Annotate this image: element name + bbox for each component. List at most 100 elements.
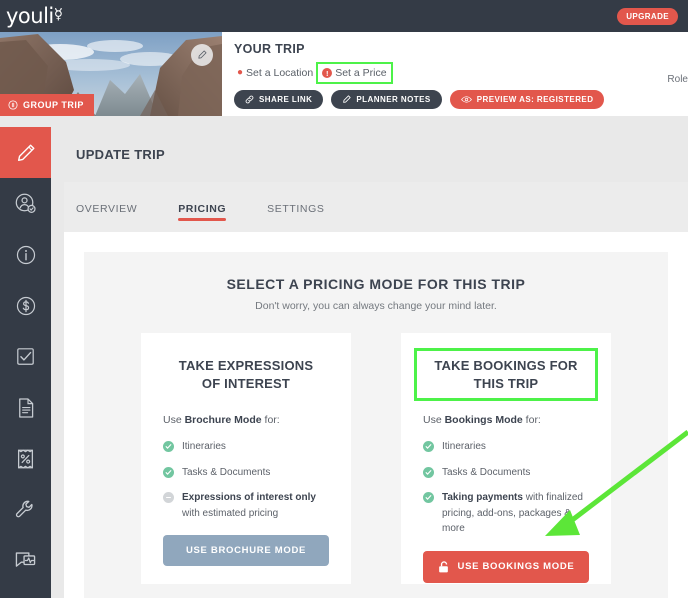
feature-text: Tasks & Documents <box>182 466 271 478</box>
trip-title: YOUR TRIP <box>234 42 305 56</box>
tab-settings[interactable]: SETTINGS <box>267 203 324 221</box>
bookings-card-lead: Use Bookings Mode for: <box>423 414 589 426</box>
logo-text: youli <box>6 4 54 28</box>
bookings-card-title-line2: THIS TRIP <box>473 375 539 391</box>
top-navigation-bar: youli☿ UPGRADE <box>0 0 688 32</box>
user-check-circle-icon <box>15 193 36 213</box>
feature-item: Tasks & Documents <box>423 465 589 481</box>
main-content: UPDATE TRIP OVERVIEW PRICING SETTINGS SE… <box>51 127 688 598</box>
sidebar-item-discounts[interactable] <box>0 433 51 484</box>
pencil-icon <box>198 50 207 59</box>
dollar-circle-icon <box>16 296 35 315</box>
feature-text: Expressions of interest only with estima… <box>182 490 329 521</box>
role-label: Role <box>667 74 688 85</box>
tab-pricing[interactable]: PRICING <box>178 203 227 221</box>
feature-item: Itineraries <box>423 439 589 455</box>
feature-strong: Taking payments <box>442 492 523 504</box>
preview-as-label: PREVIEW AS: REGISTERED <box>476 95 594 104</box>
sidebar-item-documents[interactable] <box>0 382 51 433</box>
sidebar-item-travellers[interactable] <box>0 178 51 229</box>
header-body-divider <box>0 116 688 127</box>
trip-meta-row: ● Set a Location ! Set a Price <box>234 62 604 84</box>
ticket-percent-icon <box>17 449 34 468</box>
brochure-lead-strong: Brochure Mode <box>184 414 262 427</box>
bookings-button-wrap: USE BOOKINGS MODE <box>423 550 589 583</box>
bookings-lead-prefix: Use <box>423 414 445 427</box>
bookings-card-title: TAKE BOOKINGS FOR THIS TRIP <box>414 347 598 402</box>
open-padlock-icon <box>438 560 448 572</box>
checkbox-icon <box>17 348 34 365</box>
page-title: UPDATE TRIP <box>76 147 166 162</box>
edit-cover-photo-button[interactable] <box>191 44 213 66</box>
brochure-mode-card: TAKE EXPRESSIONS OF INTEREST Use Brochur… <box>141 333 351 584</box>
page-title-bar: UPDATE TRIP <box>64 127 688 182</box>
hot-air-balloon-icon: ☿ <box>53 5 63 23</box>
feature-text: Itineraries <box>442 441 486 453</box>
info-circle-icon <box>16 245 35 264</box>
sidebar-item-pricing[interactable] <box>0 280 51 331</box>
document-icon <box>18 397 33 418</box>
check-circle-icon <box>163 441 174 453</box>
set-a-location-link[interactable]: ● Set a Location <box>234 65 316 81</box>
brochure-card-lead: Use Brochure Mode for: <box>163 414 329 426</box>
eye-icon <box>460 96 472 103</box>
feature-text: Tasks & Documents <box>442 466 531 478</box>
share-link-button[interactable]: SHARE LINK <box>234 90 324 109</box>
use-bookings-mode-button[interactable]: USE BOOKINGS MODE <box>423 550 589 583</box>
check-circle-icon <box>423 492 434 504</box>
trip-header: GROUP TRIP YOUR TRIP ● Set a Location ! … <box>0 32 688 116</box>
panel-subtitle: Don't worry, you can always change your … <box>255 300 497 312</box>
pencil-icon <box>343 95 351 103</box>
left-sidebar <box>0 127 51 598</box>
planner-notes-button[interactable]: PLANNER NOTES <box>331 90 442 109</box>
bookings-lead-suffix: for: <box>522 414 541 427</box>
pricing-mode-panel: SELECT A PRICING MODE FOR THIS TRIP Don'… <box>84 252 668 598</box>
sidebar-item-messages[interactable] <box>0 535 51 586</box>
info-circle-icon <box>8 100 18 110</box>
check-circle-icon <box>423 466 434 478</box>
trip-cover-photo[interactable]: GROUP TRIP <box>0 32 222 116</box>
feature-text: Itineraries <box>182 441 226 453</box>
trip-info-block: YOUR TRIP ● Set a Location ! Set a Price <box>234 42 605 109</box>
feature-strong: Expressions of interest only <box>182 492 316 504</box>
wrench-icon <box>15 500 33 518</box>
preview-as-registered-button[interactable]: PREVIEW AS: REGISTERED <box>449 90 605 109</box>
pricing-mode-cards: TAKE EXPRESSIONS OF INTEREST Use Brochur… <box>84 333 668 584</box>
use-bookings-mode-label: USE BOOKINGS MODE <box>457 561 575 573</box>
upgrade-button[interactable]: UPGRADE <box>617 8 678 25</box>
sidebar-item-tasks[interactable] <box>0 331 51 382</box>
minus-circle-icon <box>163 492 174 504</box>
bookings-card-title-line1: TAKE BOOKINGS FOR <box>434 358 578 373</box>
share-link-label: SHARE LINK <box>259 95 313 104</box>
group-trip-label: GROUP TRIP <box>23 100 84 110</box>
set-a-price-label: Set a Price <box>335 67 387 79</box>
group-trip-badge: GROUP TRIP <box>0 94 94 116</box>
sidebar-item-edit[interactable] <box>0 127 51 178</box>
feature-item: Itineraries <box>163 439 329 455</box>
feature-rest: with estimated pricing <box>182 507 279 519</box>
brochure-lead-suffix: for: <box>261 414 280 427</box>
bookings-mode-card: TAKE BOOKINGS FOR THIS TRIP Use Bookings… <box>401 333 611 584</box>
set-a-price-link[interactable]: ! Set a Price <box>316 62 393 84</box>
sidebar-item-info[interactable] <box>0 229 51 280</box>
set-a-location-label: Set a Location <box>246 67 314 79</box>
brochure-lead-prefix: Use <box>163 414 185 427</box>
bookings-lead-strong: Bookings Mode <box>444 414 523 427</box>
youli-logo[interactable]: youli☿ <box>6 4 63 28</box>
feature-item: Expressions of interest only with estima… <box>163 490 329 521</box>
brochure-feature-list: Itineraries Tasks & Documents Expression… <box>163 439 329 521</box>
pricing-panel-container: SELECT A PRICING MODE FOR THIS TRIP Don'… <box>64 232 688 598</box>
check-circle-icon <box>423 441 434 453</box>
brochure-card-title-line1: TAKE EXPRESSIONS <box>178 358 314 373</box>
exclamation-circle-icon: ! <box>322 68 333 78</box>
pencil-icon <box>17 144 34 161</box>
sidebar-item-settings[interactable] <box>0 484 51 535</box>
use-brochure-mode-button[interactable]: USE BROCHURE MODE <box>163 535 329 567</box>
feature-item: Taking payments with finalized pricing, … <box>423 490 589 537</box>
tab-overview[interactable]: OVERVIEW <box>76 203 137 221</box>
link-icon <box>245 95 254 104</box>
feature-text: Taking payments with finalized pricing, … <box>442 490 589 537</box>
bookings-feature-list: Itineraries Tasks & Documents Taking pay… <box>423 439 589 537</box>
panel-heading-block: SELECT A PRICING MODE FOR THIS TRIP Don'… <box>84 252 668 312</box>
chat-activity-icon <box>15 552 36 567</box>
